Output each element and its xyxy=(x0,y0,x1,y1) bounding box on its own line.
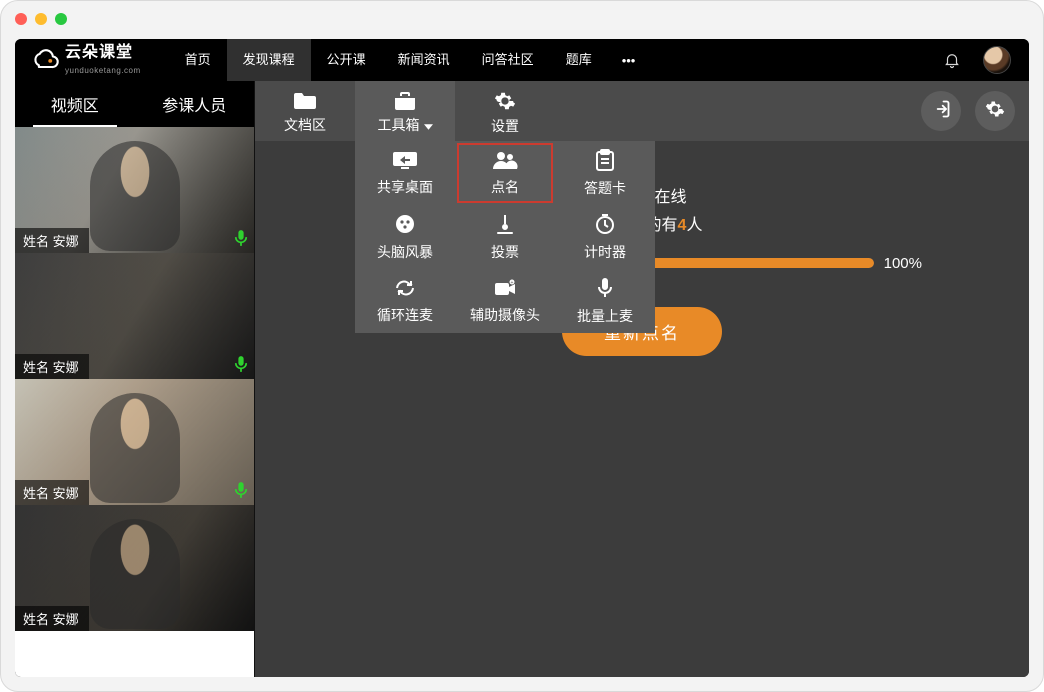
nav-right xyxy=(943,46,1019,74)
tab-participants[interactable]: 参课人员 xyxy=(135,81,255,127)
video-strip: 姓名 安娜 姓名 安娜 xyxy=(15,127,254,677)
exit-button[interactable] xyxy=(921,91,961,131)
tab-video[interactable]: 视频区 xyxy=(15,81,135,127)
tool-label: 答题卡 xyxy=(584,178,626,198)
tool-share-screen[interactable]: 共享桌面 xyxy=(355,141,455,205)
tool-roll-call[interactable]: 点名 xyxy=(455,141,555,205)
toolbar-tools[interactable]: 工具箱 xyxy=(355,81,455,141)
right-column: 文档区 工具箱 xyxy=(255,81,1029,677)
more-icon: ••• xyxy=(622,53,636,68)
tool-answer-card[interactable]: 答题卡 xyxy=(555,141,655,205)
tool-label: 批量上麦 xyxy=(577,306,633,326)
folder-icon xyxy=(292,91,318,114)
toolbar-docs-label: 文档区 xyxy=(284,118,326,132)
camera-placeholder xyxy=(90,519,180,629)
camera-placeholder xyxy=(90,393,180,503)
nav-discover[interactable]: 发现课程 xyxy=(227,39,311,81)
camera-placeholder xyxy=(90,141,180,251)
tool-timer[interactable]: 计时器 xyxy=(555,205,655,269)
tool-brainstorm[interactable]: 头脑风暴 xyxy=(355,205,455,269)
tool-vote[interactable]: 投票 xyxy=(455,205,555,269)
tool-label: 共享桌面 xyxy=(377,177,433,197)
app-shell: 云朵课堂 yunduoketang.com 首页 发现课程 公开课 新闻资讯 问… xyxy=(15,39,1029,677)
toolbar: 文档区 工具箱 xyxy=(255,81,1029,141)
tile-name: 姓名 安娜 xyxy=(15,606,89,631)
tool-label: 计时器 xyxy=(584,242,626,262)
mac-maximize-dot[interactable] xyxy=(55,13,67,25)
mac-minimize-dot[interactable] xyxy=(35,13,47,25)
gear-icon xyxy=(985,99,1005,124)
bell-icon[interactable] xyxy=(943,51,961,69)
nav-news[interactable]: 新闻资讯 xyxy=(382,39,466,81)
timer-icon xyxy=(594,213,616,238)
tile-name: 姓名 安娜 xyxy=(15,354,89,379)
left-tabs: 视频区 参课人员 xyxy=(15,81,254,127)
video-tile[interactable]: 姓名 安娜 xyxy=(15,253,254,379)
bulk-mic-icon xyxy=(595,277,615,302)
gear-icon xyxy=(494,90,516,115)
tool-label: 辅助摄像头 xyxy=(470,305,540,325)
people-icon xyxy=(492,150,518,173)
toolbar-docs[interactable]: 文档区 xyxy=(255,81,355,141)
svg-text:+: + xyxy=(511,280,514,286)
left-column: 视频区 参课人员 姓名 安娜 xyxy=(15,81,255,677)
video-tile[interactable]: 姓名 安娜 xyxy=(15,505,254,631)
exit-icon xyxy=(931,99,951,124)
settings-button[interactable] xyxy=(975,91,1015,131)
tool-label: 点名 xyxy=(491,177,519,197)
video-tile[interactable]: 姓名 安娜 xyxy=(15,127,254,253)
brand-logo[interactable]: 云朵课堂 yunduoketang.com xyxy=(31,45,141,76)
top-nav: 云朵课堂 yunduoketang.com 首页 发现课程 公开课 新闻资讯 问… xyxy=(15,39,1029,81)
toolbar-right xyxy=(907,81,1029,141)
nav-more[interactable]: ••• xyxy=(608,53,650,68)
toolbar-tools-label: 工具箱 xyxy=(378,118,420,132)
nav-qna[interactable]: 问答社区 xyxy=(466,39,550,81)
brand-sub: yunduoketang.com xyxy=(65,66,141,75)
tile-name: 姓名 安娜 xyxy=(15,480,89,505)
share-screen-icon xyxy=(392,150,418,173)
nav-home[interactable]: 首页 xyxy=(169,39,227,81)
tool-label: 头脑风暴 xyxy=(377,242,433,262)
tool-label: 投票 xyxy=(491,242,519,262)
toolbar-settings[interactable]: 设置 xyxy=(455,81,555,141)
tool-label: 循环连麦 xyxy=(377,305,433,325)
video-tile[interactable]: 姓名 安娜 xyxy=(15,379,254,505)
user-avatar[interactable] xyxy=(983,46,1011,74)
mac-close-dot[interactable] xyxy=(15,13,27,25)
tool-loop-mic[interactable]: 循环连麦 xyxy=(355,269,455,333)
vote-icon xyxy=(494,213,516,238)
tool-aux-camera[interactable]: + 辅助摄像头 xyxy=(455,269,555,333)
tools-dropdown: 共享桌面 点名 答题卡 xyxy=(355,141,655,333)
tool-bulk-mic[interactable]: 批量上麦 xyxy=(555,269,655,333)
empty-slot xyxy=(15,631,254,677)
toolbox-icon xyxy=(392,91,418,114)
signin-rate-pct: 100% xyxy=(884,255,922,272)
camera-icon: + xyxy=(493,278,517,301)
toolbar-settings-label: 设置 xyxy=(491,119,519,133)
mic-icon[interactable] xyxy=(234,229,248,247)
tile-name: 姓名 安娜 xyxy=(15,228,89,253)
clipboard-icon xyxy=(594,149,616,174)
mic-icon[interactable] xyxy=(234,355,248,373)
nav-open-class[interactable]: 公开课 xyxy=(311,39,382,81)
cloud-icon xyxy=(31,48,59,72)
brand-name: 云朵课堂 xyxy=(65,44,133,61)
mac-traffic-lights xyxy=(15,13,67,25)
window-frame: 云朵课堂 yunduoketang.com 首页 发现课程 公开课 新闻资讯 问… xyxy=(0,0,1044,692)
body: 视频区 参课人员 姓名 安娜 xyxy=(15,81,1029,677)
nav-items: 首页 发现课程 公开课 新闻资讯 问答社区 题库 ••• xyxy=(169,39,650,81)
brainstorm-icon xyxy=(394,213,416,238)
nav-bank[interactable]: 题库 xyxy=(550,39,608,81)
loop-mic-icon xyxy=(393,278,417,301)
mic-icon[interactable] xyxy=(234,481,248,499)
caret-down-icon xyxy=(424,118,433,132)
